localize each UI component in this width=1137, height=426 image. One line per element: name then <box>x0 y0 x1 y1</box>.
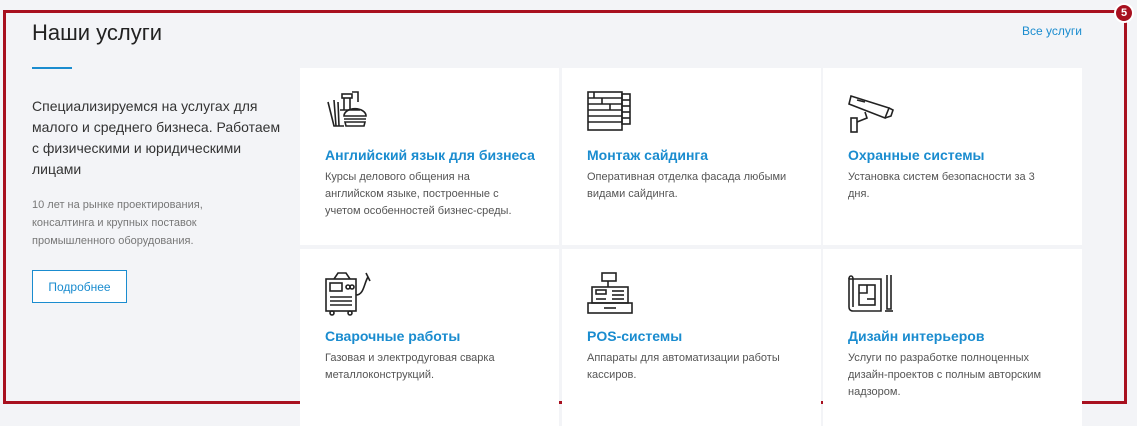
service-card-interior[interactable]: Дизайн интерьеров Услуги по разработке п… <box>823 249 1082 426</box>
service-card-welding[interactable]: Сварочные работы Газовая и электродугова… <box>300 249 559 426</box>
service-title: Дизайн интерьеров <box>848 328 985 344</box>
security-camera-icon <box>847 88 895 136</box>
service-title: POS-системы <box>587 328 683 344</box>
service-description: Оперативная отделка фасада любыми видами… <box>587 171 787 200</box>
service-card-english[interactable]: Английский язык для бизнеса Курсы делово… <box>300 68 559 245</box>
service-title: Охранные системы <box>848 147 985 163</box>
all-services-link[interactable]: Все услуги <box>1022 24 1082 38</box>
food-icon <box>324 88 372 136</box>
service-description: Курсы делового общения на английском язы… <box>325 171 512 217</box>
blueprint-icon <box>847 269 895 317</box>
service-description: Услуги по разработке полноценных дизайн-… <box>848 352 1042 398</box>
siding-icon <box>586 88 634 136</box>
title-underline <box>32 67 72 69</box>
service-card-pos[interactable]: POS-системы Аппараты для автоматизации р… <box>562 249 821 426</box>
description-text: 10 лет на рынке проектирования, консалти… <box>32 199 203 247</box>
intro-text: Специализируемся на услугах для малого и… <box>32 98 281 177</box>
service-card-security[interactable]: Охранные системы Установка систем безопа… <box>823 68 1082 245</box>
service-card-siding[interactable]: Монтаж сайдинга Оперативная отделка фаса… <box>562 68 821 245</box>
welding-machine-icon <box>324 269 372 317</box>
service-description: Аппараты для автоматизации работы кассир… <box>587 352 780 381</box>
section-title: Наши услуги <box>32 20 163 45</box>
service-description: Газовая и электродуговая сварка металлок… <box>325 352 495 381</box>
service-title: Монтаж сайдинга <box>587 147 709 163</box>
cash-register-icon <box>586 269 634 317</box>
frame-badge: 5 <box>1114 3 1134 23</box>
more-button[interactable]: Подробнее <box>32 270 127 303</box>
service-description: Установка систем безопасности за 3 дня. <box>848 171 1035 200</box>
service-title: Сварочные работы <box>325 328 461 344</box>
service-title: Английский язык для бизнеса <box>325 147 535 163</box>
